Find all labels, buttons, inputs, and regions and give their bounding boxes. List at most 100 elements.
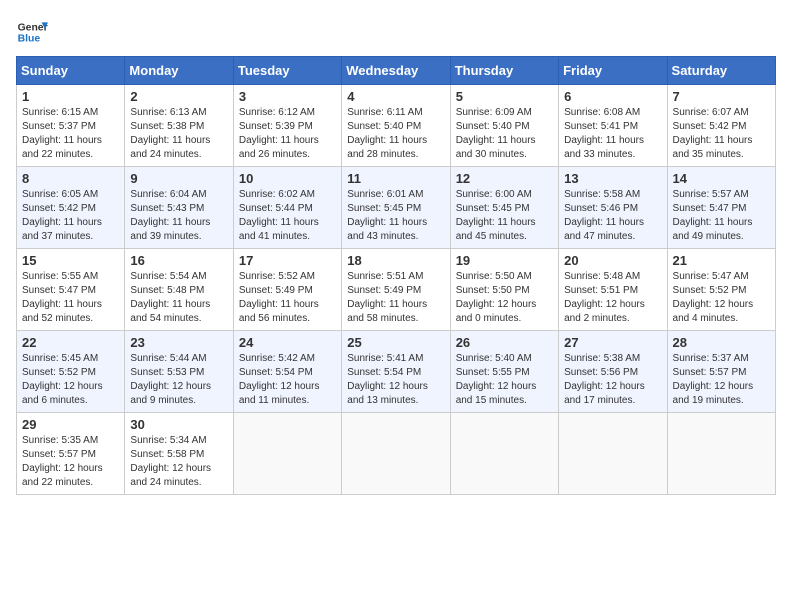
day-info: Sunrise: 5:40 AM Sunset: 5:55 PM Dayligh… <box>456 352 553 408</box>
day-info: Sunrise: 6:00 AM Sunset: 5:45 PM Dayligh… <box>456 188 553 244</box>
day-number: 4 <box>347 89 444 104</box>
calendar-cell: 10 Sunrise: 6:02 AM Sunset: 5:44 PM Dayl… <box>233 167 341 249</box>
day-number: 30 <box>130 417 227 432</box>
calendar-cell: 3 Sunrise: 6:12 AM Sunset: 5:39 PM Dayli… <box>233 85 341 167</box>
day-info: Sunrise: 6:09 AM Sunset: 5:40 PM Dayligh… <box>456 106 553 162</box>
calendar-cell: 19 Sunrise: 5:50 AM Sunset: 5:50 PM Dayl… <box>450 249 558 331</box>
calendar-cell: 26 Sunrise: 5:40 AM Sunset: 5:55 PM Dayl… <box>450 331 558 413</box>
calendar-header-saturday: Saturday <box>667 57 775 85</box>
calendar-cell: 20 Sunrise: 5:48 AM Sunset: 5:51 PM Dayl… <box>559 249 667 331</box>
day-number: 25 <box>347 335 444 350</box>
day-info: Sunrise: 6:01 AM Sunset: 5:45 PM Dayligh… <box>347 188 444 244</box>
day-number: 17 <box>239 253 336 268</box>
calendar-cell <box>450 413 558 495</box>
day-info: Sunrise: 5:52 AM Sunset: 5:49 PM Dayligh… <box>239 270 336 326</box>
day-number: 22 <box>22 335 119 350</box>
calendar-cell: 22 Sunrise: 5:45 AM Sunset: 5:52 PM Dayl… <box>17 331 125 413</box>
calendar-header-friday: Friday <box>559 57 667 85</box>
day-number: 3 <box>239 89 336 104</box>
calendar-cell: 29 Sunrise: 5:35 AM Sunset: 5:57 PM Dayl… <box>17 413 125 495</box>
day-number: 9 <box>130 171 227 186</box>
calendar-cell: 12 Sunrise: 6:00 AM Sunset: 5:45 PM Dayl… <box>450 167 558 249</box>
calendar-table: SundayMondayTuesdayWednesdayThursdayFrid… <box>16 56 776 495</box>
calendar-cell: 27 Sunrise: 5:38 AM Sunset: 5:56 PM Dayl… <box>559 331 667 413</box>
calendar-cell: 7 Sunrise: 6:07 AM Sunset: 5:42 PM Dayli… <box>667 85 775 167</box>
day-number: 13 <box>564 171 661 186</box>
day-number: 26 <box>456 335 553 350</box>
calendar-cell: 21 Sunrise: 5:47 AM Sunset: 5:52 PM Dayl… <box>667 249 775 331</box>
calendar-cell: 25 Sunrise: 5:41 AM Sunset: 5:54 PM Dayl… <box>342 331 450 413</box>
calendar-cell: 1 Sunrise: 6:15 AM Sunset: 5:37 PM Dayli… <box>17 85 125 167</box>
day-number: 6 <box>564 89 661 104</box>
day-number: 11 <box>347 171 444 186</box>
day-info: Sunrise: 6:07 AM Sunset: 5:42 PM Dayligh… <box>673 106 770 162</box>
calendar-week-4: 22 Sunrise: 5:45 AM Sunset: 5:52 PM Dayl… <box>17 331 776 413</box>
calendar-cell: 2 Sunrise: 6:13 AM Sunset: 5:38 PM Dayli… <box>125 85 233 167</box>
calendar-cell: 15 Sunrise: 5:55 AM Sunset: 5:47 PM Dayl… <box>17 249 125 331</box>
calendar-cell: 17 Sunrise: 5:52 AM Sunset: 5:49 PM Dayl… <box>233 249 341 331</box>
calendar-cell <box>559 413 667 495</box>
calendar-cell: 18 Sunrise: 5:51 AM Sunset: 5:49 PM Dayl… <box>342 249 450 331</box>
day-info: Sunrise: 6:04 AM Sunset: 5:43 PM Dayligh… <box>130 188 227 244</box>
day-info: Sunrise: 5:42 AM Sunset: 5:54 PM Dayligh… <box>239 352 336 408</box>
calendar-week-5: 29 Sunrise: 5:35 AM Sunset: 5:57 PM Dayl… <box>17 413 776 495</box>
calendar-week-3: 15 Sunrise: 5:55 AM Sunset: 5:47 PM Dayl… <box>17 249 776 331</box>
day-number: 20 <box>564 253 661 268</box>
day-info: Sunrise: 5:51 AM Sunset: 5:49 PM Dayligh… <box>347 270 444 326</box>
calendar-cell: 13 Sunrise: 5:58 AM Sunset: 5:46 PM Dayl… <box>559 167 667 249</box>
calendar-week-1: 1 Sunrise: 6:15 AM Sunset: 5:37 PM Dayli… <box>17 85 776 167</box>
day-number: 2 <box>130 89 227 104</box>
day-number: 15 <box>22 253 119 268</box>
day-info: Sunrise: 5:34 AM Sunset: 5:58 PM Dayligh… <box>130 434 227 490</box>
calendar-cell: 5 Sunrise: 6:09 AM Sunset: 5:40 PM Dayli… <box>450 85 558 167</box>
calendar-cell: 8 Sunrise: 6:05 AM Sunset: 5:42 PM Dayli… <box>17 167 125 249</box>
day-info: Sunrise: 6:11 AM Sunset: 5:40 PM Dayligh… <box>347 106 444 162</box>
day-info: Sunrise: 5:44 AM Sunset: 5:53 PM Dayligh… <box>130 352 227 408</box>
day-info: Sunrise: 6:15 AM Sunset: 5:37 PM Dayligh… <box>22 106 119 162</box>
calendar-cell: 11 Sunrise: 6:01 AM Sunset: 5:45 PM Dayl… <box>342 167 450 249</box>
calendar-cell: 24 Sunrise: 5:42 AM Sunset: 5:54 PM Dayl… <box>233 331 341 413</box>
calendar-cell: 30 Sunrise: 5:34 AM Sunset: 5:58 PM Dayl… <box>125 413 233 495</box>
calendar-header-monday: Monday <box>125 57 233 85</box>
day-number: 28 <box>673 335 770 350</box>
logo-icon: General Blue <box>16 16 48 48</box>
calendar-header-tuesday: Tuesday <box>233 57 341 85</box>
day-number: 16 <box>130 253 227 268</box>
calendar-week-2: 8 Sunrise: 6:05 AM Sunset: 5:42 PM Dayli… <box>17 167 776 249</box>
day-number: 21 <box>673 253 770 268</box>
calendar-cell: 14 Sunrise: 5:57 AM Sunset: 5:47 PM Dayl… <box>667 167 775 249</box>
day-number: 24 <box>239 335 336 350</box>
day-info: Sunrise: 6:12 AM Sunset: 5:39 PM Dayligh… <box>239 106 336 162</box>
logo: General Blue <box>16 16 48 48</box>
day-info: Sunrise: 5:45 AM Sunset: 5:52 PM Dayligh… <box>22 352 119 408</box>
day-info: Sunrise: 5:54 AM Sunset: 5:48 PM Dayligh… <box>130 270 227 326</box>
day-info: Sunrise: 5:58 AM Sunset: 5:46 PM Dayligh… <box>564 188 661 244</box>
day-info: Sunrise: 5:47 AM Sunset: 5:52 PM Dayligh… <box>673 270 770 326</box>
day-info: Sunrise: 6:05 AM Sunset: 5:42 PM Dayligh… <box>22 188 119 244</box>
calendar-cell: 4 Sunrise: 6:11 AM Sunset: 5:40 PM Dayli… <box>342 85 450 167</box>
calendar-header-thursday: Thursday <box>450 57 558 85</box>
page-header: General Blue <box>16 16 776 48</box>
day-number: 5 <box>456 89 553 104</box>
day-number: 19 <box>456 253 553 268</box>
day-number: 29 <box>22 417 119 432</box>
calendar-header-wednesday: Wednesday <box>342 57 450 85</box>
day-info: Sunrise: 5:48 AM Sunset: 5:51 PM Dayligh… <box>564 270 661 326</box>
day-info: Sunrise: 6:13 AM Sunset: 5:38 PM Dayligh… <box>130 106 227 162</box>
day-info: Sunrise: 5:35 AM Sunset: 5:57 PM Dayligh… <box>22 434 119 490</box>
day-number: 23 <box>130 335 227 350</box>
day-number: 10 <box>239 171 336 186</box>
day-number: 18 <box>347 253 444 268</box>
day-number: 7 <box>673 89 770 104</box>
day-info: Sunrise: 5:57 AM Sunset: 5:47 PM Dayligh… <box>673 188 770 244</box>
calendar-cell: 28 Sunrise: 5:37 AM Sunset: 5:57 PM Dayl… <box>667 331 775 413</box>
svg-text:Blue: Blue <box>18 34 41 45</box>
day-info: Sunrise: 5:37 AM Sunset: 5:57 PM Dayligh… <box>673 352 770 408</box>
calendar-cell: 23 Sunrise: 5:44 AM Sunset: 5:53 PM Dayl… <box>125 331 233 413</box>
day-number: 14 <box>673 171 770 186</box>
day-info: Sunrise: 5:55 AM Sunset: 5:47 PM Dayligh… <box>22 270 119 326</box>
day-info: Sunrise: 5:50 AM Sunset: 5:50 PM Dayligh… <box>456 270 553 326</box>
calendar-cell: 6 Sunrise: 6:08 AM Sunset: 5:41 PM Dayli… <box>559 85 667 167</box>
day-info: Sunrise: 6:08 AM Sunset: 5:41 PM Dayligh… <box>564 106 661 162</box>
calendar-cell <box>667 413 775 495</box>
